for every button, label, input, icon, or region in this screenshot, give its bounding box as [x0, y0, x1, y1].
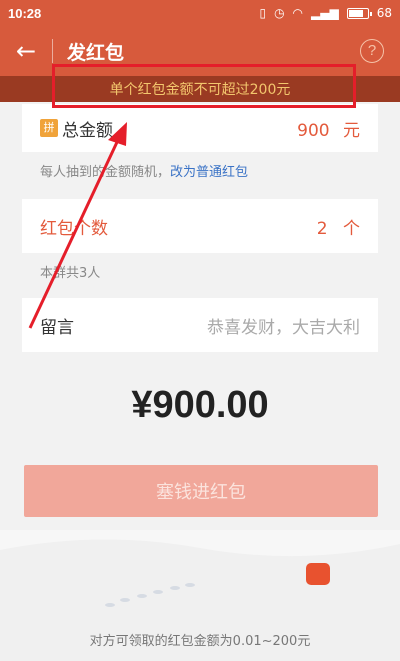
annotation-arrow: [28, 122, 127, 329]
